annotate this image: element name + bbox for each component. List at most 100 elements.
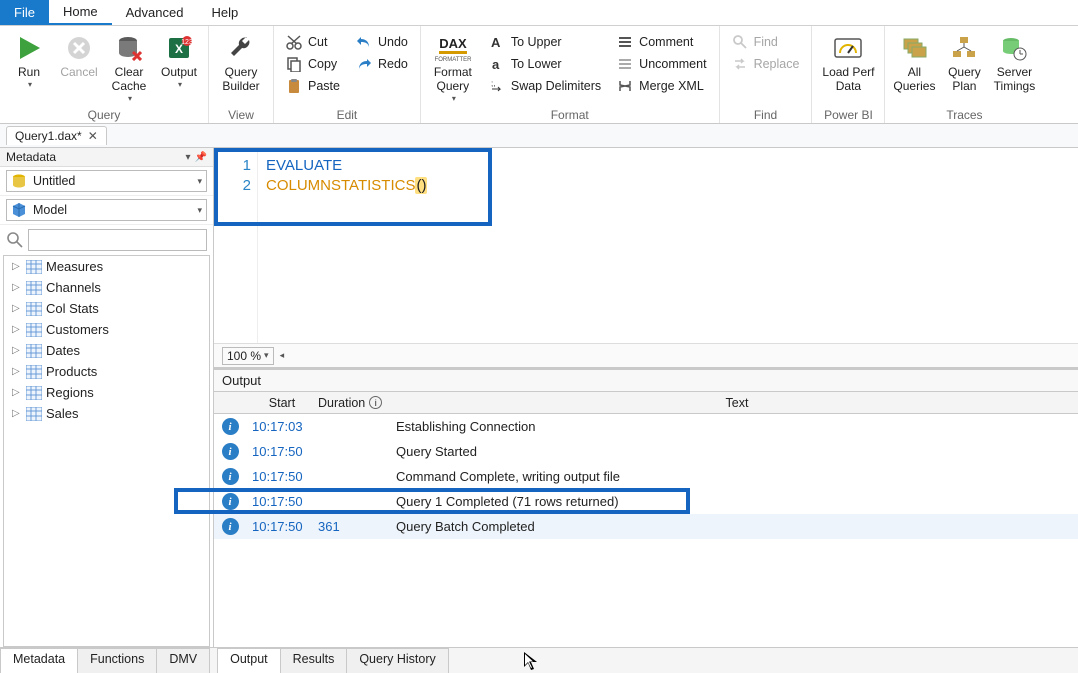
paren-highlight: () bbox=[415, 177, 427, 194]
menu-bar: File Home Advanced Help bbox=[0, 0, 1078, 26]
uncomment-icon bbox=[617, 56, 633, 72]
tree-item[interactable]: ▷Col Stats bbox=[4, 298, 209, 319]
table-icon bbox=[26, 365, 42, 379]
tree-item[interactable]: ▷Products bbox=[4, 361, 209, 382]
bottom-tab[interactable]: DMV bbox=[156, 648, 210, 673]
chevron-down-icon: ▾ bbox=[197, 205, 202, 216]
swap-delim-button[interactable]: ;,Swap Delimiters bbox=[483, 76, 607, 96]
ribbon-group-format: DAXFORMATTER Format Query ▾ ATo Upper aT… bbox=[421, 26, 720, 123]
tree-item[interactable]: ▷ Dates bbox=[4, 340, 209, 361]
row-text: Query 1 Completed (71 rows returned) bbox=[396, 494, 1078, 509]
expand-icon[interactable]: ▷ bbox=[12, 324, 22, 335]
col-start[interactable]: Start bbox=[246, 396, 318, 410]
bottom-tab[interactable]: Functions bbox=[77, 648, 157, 673]
output-grid[interactable]: Start Durationi Text i10:17:03Establishi… bbox=[214, 392, 1078, 647]
find-button[interactable]: Find bbox=[726, 32, 806, 52]
load-perf-label: Load Perf Data bbox=[822, 66, 874, 94]
database-name: Untitled bbox=[33, 174, 75, 188]
cancel-button[interactable]: Cancel bbox=[56, 28, 102, 80]
menu-help[interactable]: Help bbox=[197, 0, 252, 25]
expand-icon[interactable]: ▷ bbox=[12, 408, 22, 419]
metadata-search-input[interactable] bbox=[28, 229, 207, 251]
to-lower-button[interactable]: aTo Lower bbox=[483, 54, 607, 74]
table-icon bbox=[26, 281, 42, 295]
server-timings-button[interactable]: Server Timings bbox=[991, 28, 1037, 94]
output-row[interactable]: i10:17:50Command Complete, writing outpu… bbox=[214, 464, 1078, 489]
bottom-tab[interactable]: Output bbox=[217, 648, 281, 673]
database-selector[interactable]: Untitled ▾ bbox=[0, 167, 213, 196]
menu-advanced[interactable]: Advanced bbox=[112, 0, 198, 25]
expand-icon[interactable]: ▷ bbox=[12, 345, 22, 356]
code-content[interactable]: EVALUATE COLUMNSTATISTICS() bbox=[258, 148, 427, 343]
table-icon bbox=[26, 386, 42, 400]
comment-button[interactable]: Comment bbox=[611, 32, 712, 52]
expand-icon[interactable]: ▷ bbox=[12, 261, 22, 272]
expand-icon[interactable]: ▷ bbox=[12, 366, 22, 377]
svg-text:DAX: DAX bbox=[439, 36, 467, 51]
document-tab[interactable]: Query1.dax* ✕ bbox=[6, 126, 107, 145]
replace-button[interactable]: Replace bbox=[726, 54, 806, 74]
to-upper-button[interactable]: ATo Upper bbox=[483, 32, 607, 52]
tree-item-label: Channels bbox=[46, 280, 101, 295]
query-builder-button[interactable]: Query Builder bbox=[215, 28, 267, 94]
chevron-down-icon[interactable]: ▾ bbox=[186, 152, 191, 163]
output-row[interactable]: i10:17:50Query 1 Completed (71 rows retu… bbox=[214, 489, 1078, 514]
svg-text:;,: ;, bbox=[491, 79, 495, 88]
pin-icon[interactable]: 📌 bbox=[195, 152, 207, 163]
row-start: 10:17:03 bbox=[246, 419, 318, 434]
close-icon[interactable]: ✕ bbox=[88, 129, 98, 143]
metadata-search bbox=[0, 225, 213, 255]
run-button[interactable]: Run ▾ bbox=[6, 28, 52, 89]
paste-button[interactable]: Paste bbox=[280, 76, 346, 96]
output-row[interactable]: i10:17:50Query Started bbox=[214, 439, 1078, 464]
tree-item[interactable]: ▷Regions bbox=[4, 382, 209, 403]
query-plan-button[interactable]: Query Plan bbox=[941, 28, 987, 94]
tree-item[interactable]: ▷ Channels bbox=[4, 277, 209, 298]
merge-xml-button[interactable]: Merge XML bbox=[611, 76, 712, 96]
tree-item[interactable]: ▷Customers bbox=[4, 319, 209, 340]
expand-icon[interactable]: ▷ bbox=[12, 303, 22, 314]
info-icon: i bbox=[222, 418, 239, 435]
scroll-left-icon[interactable]: ◂ bbox=[280, 350, 285, 361]
menu-home[interactable]: Home bbox=[49, 0, 112, 25]
model-selector[interactable]: Model ▾ bbox=[0, 196, 213, 225]
copy-button[interactable]: Copy bbox=[280, 54, 346, 74]
row-text: Command Complete, writing output file bbox=[396, 469, 1078, 484]
run-label: Run bbox=[18, 66, 40, 80]
merge-icon bbox=[617, 78, 633, 94]
bottom-tab[interactable]: Query History bbox=[346, 648, 448, 673]
col-text[interactable]: Text bbox=[396, 396, 1078, 410]
format-query-button[interactable]: DAXFORMATTER Format Query ▾ bbox=[427, 28, 479, 103]
bottom-tab[interactable]: Results bbox=[280, 648, 348, 673]
output-header: Start Durationi Text bbox=[214, 392, 1078, 414]
col-duration[interactable]: Durationi bbox=[318, 396, 396, 410]
expand-icon[interactable]: ▷ bbox=[12, 282, 22, 293]
ribbon-group-find: Find Replace Find bbox=[720, 26, 813, 123]
editor-statusbar: 100 %▾ ◂ bbox=[214, 343, 1078, 367]
load-perf-button[interactable]: Load Perf Data bbox=[818, 28, 878, 94]
uncomment-button[interactable]: Uncomment bbox=[611, 54, 712, 74]
output-row[interactable]: i10:17:03Establishing Connection bbox=[214, 414, 1078, 439]
cancel-label: Cancel bbox=[60, 66, 97, 80]
expand-icon[interactable]: ▷ bbox=[12, 387, 22, 398]
all-queries-button[interactable]: All Queries bbox=[891, 28, 937, 94]
bottom-tab[interactable]: Metadata bbox=[0, 648, 78, 673]
clear-cache-button[interactable]: Clear Cache ▾ bbox=[106, 28, 152, 103]
chevron-down-icon: ▾ bbox=[197, 176, 202, 187]
uncomment-label: Uncomment bbox=[639, 57, 706, 71]
group-edit-label: Edit bbox=[280, 106, 414, 123]
zoom-dropdown[interactable]: 100 %▾ bbox=[222, 347, 274, 365]
redo-button[interactable]: Redo bbox=[350, 54, 414, 74]
code-editor[interactable]: 1 2 EVALUATE COLUMNSTATISTICS() 100 %▾ ◂ bbox=[214, 148, 1078, 368]
tree-item-label: Dates bbox=[46, 343, 80, 358]
row-duration: 361 bbox=[318, 519, 396, 534]
tree-item[interactable]: ▷Sales bbox=[4, 403, 209, 424]
output-row[interactable]: i10:17:50361Query Batch Completed bbox=[214, 514, 1078, 539]
menu-file[interactable]: File bbox=[0, 0, 49, 25]
tree-item[interactable]: ▷Measures bbox=[4, 256, 209, 277]
metadata-tree[interactable]: ▷Measures▷Channels▷Col Stats▷Customers▷D… bbox=[3, 255, 210, 647]
search-icon bbox=[732, 34, 748, 50]
undo-button[interactable]: Undo bbox=[350, 32, 414, 52]
output-button[interactable]: X123 Output ▾ bbox=[156, 28, 202, 89]
cut-button[interactable]: Cut bbox=[280, 32, 346, 52]
